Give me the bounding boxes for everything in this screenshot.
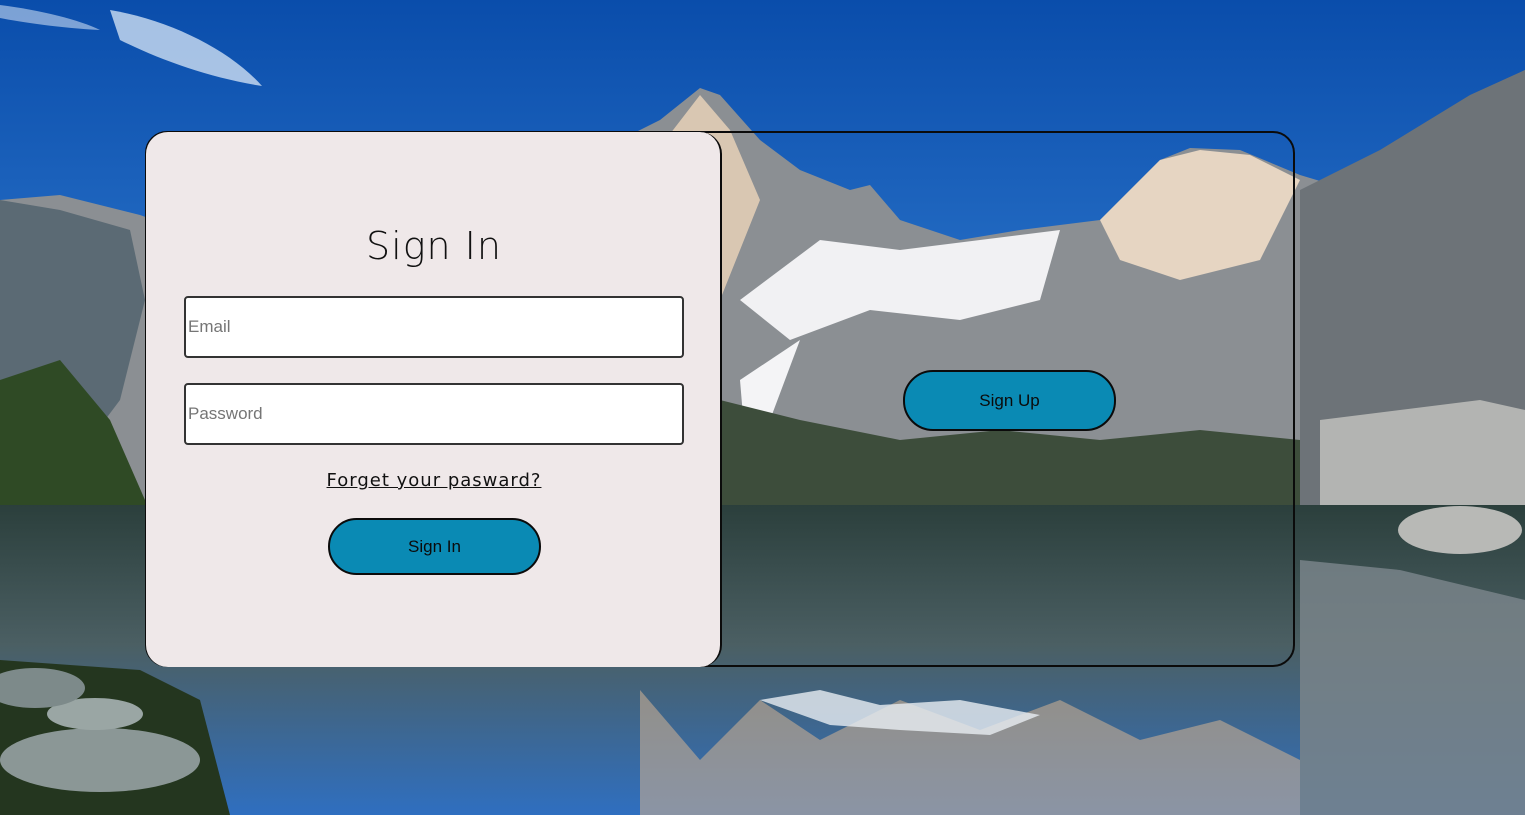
sign-in-panel: Sign In Forget your pasward? Sign In: [146, 132, 722, 667]
sign-in-title: Sign In: [366, 224, 502, 268]
forgot-password-link[interactable]: Forget your pasward?: [146, 470, 722, 491]
password-field[interactable]: [184, 383, 684, 445]
email-field[interactable]: [184, 296, 684, 358]
sign-in-button[interactable]: Sign In: [328, 518, 541, 575]
sign-up-button[interactable]: Sign Up: [903, 370, 1116, 431]
login-page: Sign In Forget your pasward? Sign In Sig…: [0, 0, 1525, 815]
